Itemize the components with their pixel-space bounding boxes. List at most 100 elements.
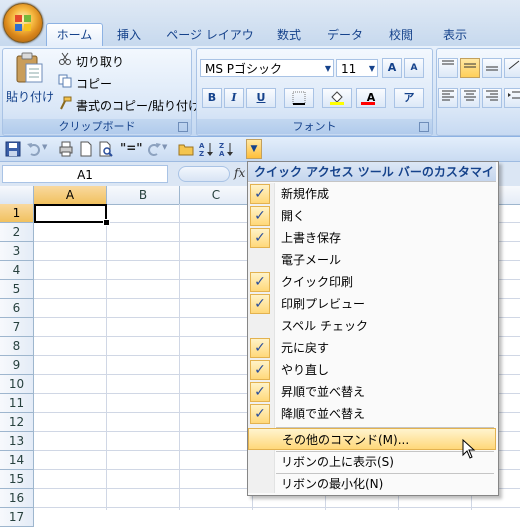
save-icon[interactable]: [5, 141, 21, 157]
active-cell[interactable]: [34, 204, 107, 223]
row-header[interactable]: 14: [0, 451, 34, 470]
qat-menu-item[interactable]: 電子メール: [248, 249, 496, 271]
open-folder-icon[interactable]: [178, 141, 194, 157]
qat-menu-item[interactable]: ✓ 開く: [248, 205, 496, 227]
column-header-c[interactable]: C: [180, 186, 253, 204]
italic-button[interactable]: I: [224, 88, 244, 108]
qat-menu-item-label: スペル チェック: [281, 319, 368, 333]
borders-button[interactable]: [284, 88, 314, 108]
chevron-down-icon[interactable]: ▼: [42, 143, 47, 151]
clipboard-launcher-icon[interactable]: [178, 122, 188, 132]
undo-icon[interactable]: [26, 141, 42, 157]
format-painter-button[interactable]: 書式のコピー/貼り付け: [76, 97, 200, 114]
new-document-icon[interactable]: [78, 141, 94, 157]
column-header-b[interactable]: B: [107, 186, 180, 204]
minimize-ribbon-item[interactable]: リボンの最小化(N): [248, 473, 496, 495]
align-left-button[interactable]: [438, 88, 458, 108]
font-size-select[interactable]: 11 ▼: [336, 59, 378, 77]
bold-button[interactable]: B: [202, 88, 222, 108]
qat-menu-item[interactable]: スペル チェック: [248, 315, 496, 337]
fill-handle[interactable]: [103, 219, 110, 226]
row-header[interactable]: 10: [0, 375, 34, 394]
customize-qat-button[interactable]: ▼: [246, 139, 262, 159]
grow-font-button[interactable]: A: [382, 58, 402, 78]
paste-button[interactable]: 貼り付け: [6, 88, 54, 105]
row-header[interactable]: 3: [0, 242, 34, 261]
qat-menu-item[interactable]: ✓ 元に戻す: [248, 337, 496, 359]
qat-menu-item[interactable]: ✓ 印刷プレビュー: [248, 293, 496, 315]
phonetic-button[interactable]: ア: [394, 88, 424, 108]
tab-data[interactable]: データ: [322, 24, 368, 46]
qat-menu-item-label: 電子メール: [281, 253, 342, 267]
align-middle-button[interactable]: [460, 58, 480, 78]
row-header[interactable]: 9: [0, 356, 34, 375]
select-all-corner[interactable]: [0, 186, 34, 204]
sort-descending-icon[interactable]: Z A: [218, 141, 234, 157]
row-header[interactable]: 17: [0, 508, 34, 527]
copy-button[interactable]: コピー: [76, 75, 112, 92]
name-box[interactable]: A1: [2, 165, 168, 183]
chevron-down-icon[interactable]: ▼: [162, 143, 167, 151]
tab-view[interactable]: 表示: [434, 24, 476, 46]
qat-menu-item[interactable]: ✓ クイック印刷: [248, 271, 496, 293]
align-center-button[interactable]: [460, 88, 480, 108]
tab-home[interactable]: ホーム: [46, 23, 103, 47]
row-header[interactable]: 8: [0, 337, 34, 356]
align-right-icon: [486, 90, 498, 101]
indent-icon: [508, 91, 520, 99]
svg-text:A: A: [199, 142, 205, 150]
borders-icon: [292, 91, 306, 105]
tab-review[interactable]: 校閲: [380, 24, 422, 46]
insert-function-button[interactable]: fx: [234, 166, 245, 180]
row-header[interactable]: 6: [0, 299, 34, 318]
print-preview-icon[interactable]: [98, 141, 114, 157]
cut-button[interactable]: 切り取り: [76, 53, 124, 70]
shrink-font-button[interactable]: A: [404, 58, 424, 78]
indent-button[interactable]: [504, 88, 520, 108]
row-header[interactable]: 12: [0, 413, 34, 432]
underline-button[interactable]: U: [246, 88, 276, 108]
menu-title: クイック アクセス ツール バーのカスタマイズ: [248, 162, 496, 199]
align-right-button[interactable]: [482, 88, 502, 108]
qat-menu-item[interactable]: ✓ 昇順で並べ替え: [248, 381, 496, 403]
equals-icon[interactable]: "=": [120, 141, 143, 155]
more-commands-item[interactable]: その他のコマンド(M)...: [248, 428, 496, 450]
qat-menu-item[interactable]: ✓ 上書き保存: [248, 227, 496, 249]
tab-formulas[interactable]: 数式: [268, 24, 310, 46]
align-middle-icon: [464, 63, 476, 68]
mouse-cursor-icon: [462, 439, 476, 459]
font-color-button[interactable]: A: [356, 88, 386, 108]
row-header[interactable]: 11: [0, 394, 34, 413]
tab-page-layout[interactable]: ページ レイアウト: [164, 24, 256, 64]
show-above-ribbon-item[interactable]: リボンの上に表示(S): [248, 451, 496, 473]
align-top-button[interactable]: [438, 58, 458, 78]
qat-menu-item-label: 新規作成: [281, 187, 330, 201]
font-launcher-icon[interactable]: [419, 122, 429, 132]
office-button[interactable]: [3, 3, 43, 43]
checkmark-icon: ✓: [250, 184, 270, 204]
formula-bar-handle[interactable]: [178, 166, 230, 182]
orientation-button[interactable]: [504, 58, 520, 78]
qat-menu-item-label: やり直し: [281, 363, 330, 377]
qat-menu-item[interactable]: ✓ 新規作成: [248, 183, 496, 205]
paste-icon[interactable]: [14, 52, 44, 84]
qat-menu-item[interactable]: ✓ 降順で並べ替え: [248, 403, 496, 425]
qat-menu-item[interactable]: ✓ やり直し: [248, 359, 496, 381]
row-header[interactable]: 13: [0, 432, 34, 451]
tab-insert[interactable]: 挿入: [108, 24, 150, 46]
row-header[interactable]: 4: [0, 261, 34, 280]
qat-menu-item-label: 上書き保存: [281, 231, 342, 245]
fill-color-button[interactable]: [322, 88, 352, 108]
row-header[interactable]: 1: [0, 204, 34, 223]
font-name-select[interactable]: MS Pゴシック ▼: [200, 59, 334, 77]
row-header[interactable]: 2: [0, 223, 34, 242]
row-header[interactable]: 5: [0, 280, 34, 299]
redo-icon[interactable]: [146, 141, 162, 157]
sort-ascending-icon[interactable]: A Z: [198, 141, 214, 157]
row-header[interactable]: 15: [0, 470, 34, 489]
row-header[interactable]: 16: [0, 489, 34, 508]
quick-print-icon[interactable]: [58, 141, 74, 157]
align-bottom-button[interactable]: [482, 58, 502, 78]
row-header[interactable]: 7: [0, 318, 34, 337]
column-header-a[interactable]: A: [34, 186, 107, 204]
